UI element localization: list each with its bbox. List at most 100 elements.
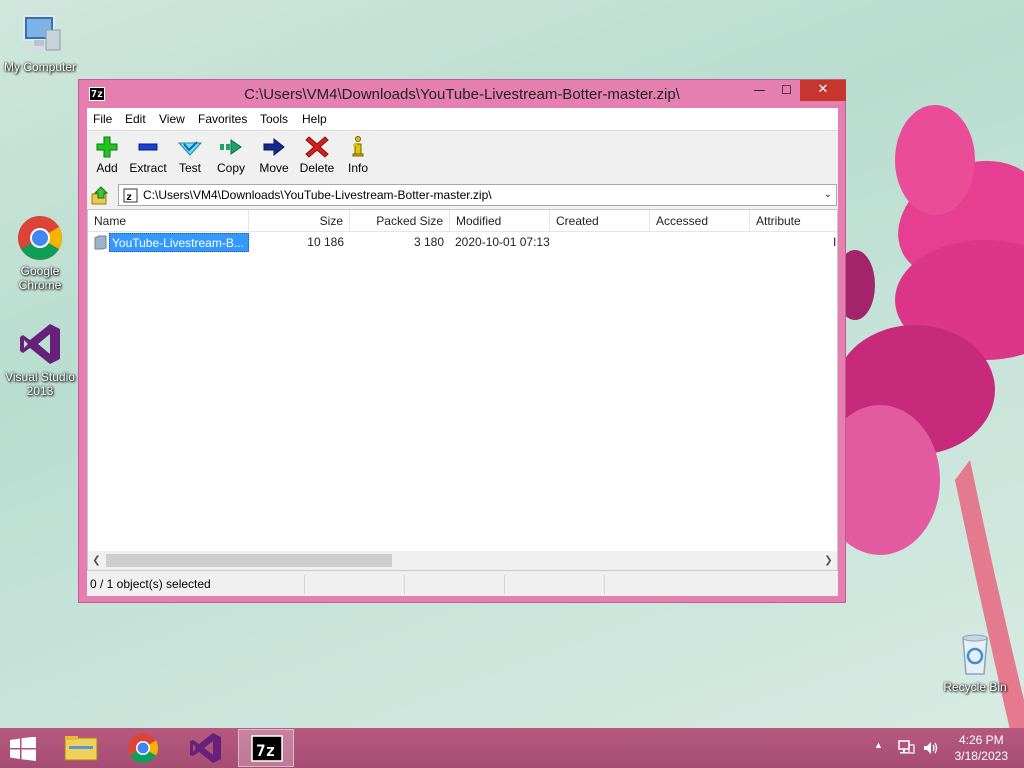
title-bar[interactable]: 7z C:\Users\VM4\Downloads\YouTube-Livest… xyxy=(79,80,846,108)
windows-logo-icon xyxy=(10,736,36,761)
7zip-icon: 7z xyxy=(251,735,283,762)
start-button[interactable] xyxy=(8,736,38,761)
desktop-icon-label: Recycle Bin xyxy=(943,680,1007,694)
menu-tools[interactable]: Tools xyxy=(260,112,288,126)
minimize-button[interactable]: — xyxy=(746,80,773,101)
desktop-icon-label: Visual Studio 2013 xyxy=(5,370,75,398)
desktop-icon-label: My Computer xyxy=(3,60,77,74)
column-packed-size[interactable]: Packed Size xyxy=(350,210,450,232)
add-button[interactable]: Add xyxy=(91,135,123,181)
horizontal-scrollbar[interactable]: ❮ ❯ xyxy=(88,551,837,570)
speaker-icon xyxy=(924,742,938,754)
tray-expand-icon[interactable]: ▲ xyxy=(874,740,883,768)
status-cell-4 xyxy=(505,575,605,594)
menu-edit[interactable]: Edit xyxy=(125,112,146,126)
copy-button[interactable]: Copy xyxy=(213,135,249,181)
row-modified: 2020-10-01 07:13 xyxy=(455,235,550,249)
column-accessed[interactable]: Accessed xyxy=(650,210,750,232)
folder-icon xyxy=(94,235,107,250)
recycle-bin-icon xyxy=(962,634,988,675)
menu-view[interactable]: View xyxy=(159,112,185,126)
address-text: C:\Users\VM4\Downloads\YouTube-Livestrea… xyxy=(143,188,492,202)
volume-icon[interactable] xyxy=(922,740,940,768)
move-button[interactable]: Move xyxy=(255,135,293,181)
row-name[interactable]: YouTube-Livestream-B... xyxy=(109,233,249,252)
column-name[interactable]: Name xyxy=(88,210,249,232)
plus-icon xyxy=(96,136,118,158)
window-title: C:\Users\VM4\Downloads\YouTube-Livestrea… xyxy=(244,86,680,103)
chrome-icon xyxy=(128,733,159,764)
folder-icon xyxy=(64,736,98,761)
taskbar: 7z ▲ 4:26 PM 3/18/2023 xyxy=(0,728,1024,768)
taskbar-file-explorer[interactable] xyxy=(53,729,109,767)
network-icon[interactable] xyxy=(897,739,915,768)
column-modified[interactable]: Modified xyxy=(450,210,550,232)
test-label: Test xyxy=(178,161,201,175)
network-icon xyxy=(898,740,915,754)
menu-bar: File Edit View Favorites Tools Help xyxy=(87,108,838,130)
zip-archive-icon: z xyxy=(123,188,138,203)
row-size: 10 186 xyxy=(307,235,344,249)
computer-icon xyxy=(23,15,61,51)
row-accessed xyxy=(655,233,750,252)
chevron-down-icon[interactable]: ⌄ xyxy=(824,189,832,200)
up-folder-icon xyxy=(91,186,109,205)
row-packed-size: 3 180 xyxy=(413,235,444,249)
desktop-icon-label: Google Chrome xyxy=(18,264,62,292)
move-label: Move xyxy=(259,161,289,175)
toolbar: Add Extract Test Copy Move Delete Info xyxy=(87,130,838,182)
visual-studio-icon xyxy=(190,733,221,763)
svg-text:z: z xyxy=(126,192,132,203)
desktop-icon-google-chrome[interactable]: Google Chrome xyxy=(0,214,80,292)
check-icon xyxy=(177,141,203,156)
status-cell-2 xyxy=(305,575,405,594)
svg-text:7z: 7z xyxy=(256,741,275,760)
menu-favorites[interactable]: Favorites xyxy=(198,112,247,126)
window-client: File Edit View Favorites Tools Help Add xyxy=(87,108,838,596)
column-attributes[interactable]: Attribute xyxy=(750,210,837,232)
scrollbar-thumb[interactable] xyxy=(106,554,392,567)
up-folder-button[interactable] xyxy=(90,185,112,206)
taskbar-visual-studio[interactable] xyxy=(177,729,233,767)
taskbar-7zip[interactable]: 7z xyxy=(238,729,294,767)
desktop-icon-recycle-bin[interactable]: Recycle Bin xyxy=(935,630,1015,694)
delete-button[interactable]: Delete xyxy=(297,135,337,181)
table-row[interactable]: YouTube-Livestream-B... 10 186 3 180 202… xyxy=(88,233,837,252)
delete-label: Delete xyxy=(299,161,335,175)
copy-label: Copy xyxy=(216,161,245,175)
status-bar: 0 / 1 object(s) selected xyxy=(87,573,838,596)
extract-label: Extract xyxy=(129,161,167,175)
menu-help[interactable]: Help xyxy=(302,112,327,126)
desktop-icon-my-computer[interactable]: My Computer xyxy=(0,10,80,74)
maximize-button[interactable]: ☐ xyxy=(773,80,800,101)
taskbar-chrome[interactable] xyxy=(115,729,171,767)
7zip-window: 7z C:\Users\VM4\Downloads\YouTube-Livest… xyxy=(78,79,846,603)
minus-icon xyxy=(138,143,158,151)
column-created[interactable]: Created xyxy=(550,210,650,232)
row-attributes: I xyxy=(833,235,837,249)
system-clock[interactable]: 4:26 PM 3/18/2023 xyxy=(955,732,1008,764)
clock-time: 4:26 PM xyxy=(958,733,1004,747)
test-button[interactable]: Test xyxy=(173,135,207,181)
desktop-icon-visual-studio[interactable]: Visual Studio 2013 xyxy=(0,320,80,398)
scroll-right-icon[interactable]: ❯ xyxy=(820,551,837,570)
visual-studio-icon xyxy=(20,324,60,364)
x-icon xyxy=(305,136,329,158)
clock-date: 3/18/2023 xyxy=(954,749,1008,763)
arrow-right-icon xyxy=(263,137,285,157)
menu-file[interactable]: File xyxy=(93,112,112,126)
extract-button[interactable]: Extract xyxy=(127,135,169,181)
info-label: Info xyxy=(347,161,368,175)
column-size[interactable]: Size xyxy=(249,210,350,232)
address-bar: z C:\Users\VM4\Downloads\YouTube-Livestr… xyxy=(87,183,838,208)
column-header-row: Name Size Packed Size Modified Created A… xyxy=(88,210,837,232)
chrome-icon xyxy=(18,216,62,260)
add-label: Add xyxy=(96,161,118,175)
info-button[interactable]: Info xyxy=(343,135,373,181)
scroll-left-icon[interactable]: ❮ xyxy=(88,551,105,570)
double-arrow-icon xyxy=(220,139,242,155)
file-list[interactable]: Name Size Packed Size Modified Created A… xyxy=(87,209,838,571)
address-field[interactable]: z C:\Users\VM4\Downloads\YouTube-Livestr… xyxy=(118,184,837,206)
info-icon xyxy=(352,136,364,157)
close-button[interactable]: ✕ xyxy=(800,80,846,101)
